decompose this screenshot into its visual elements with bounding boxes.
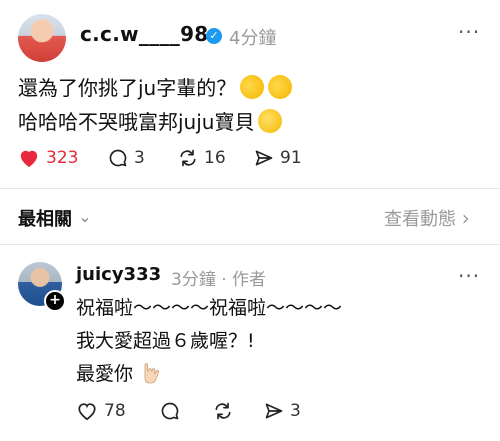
- repost-button[interactable]: 16: [178, 148, 226, 168]
- reply-author-username[interactable]: juicy333: [76, 264, 161, 285]
- share-count: 91: [280, 148, 302, 168]
- view-activity-label: 查看動態: [384, 209, 456, 230]
- reply-time: 3分鐘: [171, 270, 216, 290]
- post-time: 4分鐘: [229, 28, 277, 49]
- plus-icon[interactable]: +: [44, 290, 66, 312]
- reply-like-count: 78: [104, 401, 126, 421]
- post-text-line-2: 哈哈哈不哭哦富邦juju寶貝: [18, 106, 283, 135]
- share-button[interactable]: 91: [254, 148, 302, 168]
- reply-comment-button[interactable]: [160, 401, 180, 421]
- reply-meta: 3分鐘 · 作者: [171, 265, 266, 290]
- repost-icon: [215, 402, 231, 420]
- comment-icon: [109, 149, 127, 167]
- verified-badge-icon: ✓: [206, 28, 222, 44]
- reply-like-button[interactable]: 78: [76, 401, 126, 421]
- separator-dot: ·: [221, 270, 227, 290]
- comment-button[interactable]: 3: [108, 148, 145, 168]
- divider: [0, 188, 500, 189]
- repost-count: 16: [204, 148, 226, 168]
- reply-share-button[interactable]: 3: [264, 401, 301, 421]
- repost-icon: [180, 149, 196, 167]
- laughing-emoji-icon: [264, 71, 296, 103]
- reply-text-line-1: 祝福啦～～～～祝福啦～～～～: [76, 297, 343, 319]
- laughing-emoji-icon: [236, 71, 268, 103]
- post-text-line-1: 還為了你挑了ju字輩的？: [18, 71, 296, 103]
- like-button[interactable]: 323: [18, 148, 78, 168]
- view-activity-link[interactable]: 查看動態 ›: [384, 205, 470, 231]
- reply-text-line-3: 最愛你: [76, 359, 161, 386]
- reply-repost-button[interactable]: [213, 401, 233, 421]
- sort-label: 最相關: [18, 209, 72, 230]
- share-icon: [255, 150, 273, 166]
- like-count: 323: [46, 148, 79, 168]
- post-author-username[interactable]: c.c.w____98: [80, 22, 209, 46]
- reply-text-line-2: 我大愛超過６歲喔？!: [76, 330, 255, 352]
- chevron-down-icon: ⌄: [78, 207, 92, 226]
- reply-more-options-icon[interactable]: ···: [458, 264, 480, 288]
- post-more-options-icon[interactable]: ···: [458, 20, 480, 44]
- love-you-hand-emoji-icon: [144, 363, 160, 384]
- heart-icon: [20, 150, 38, 168]
- post-author-avatar[interactable]: [18, 14, 66, 62]
- author-badge: 作者: [232, 270, 267, 290]
- heart-icon: [78, 403, 96, 421]
- divider: [0, 244, 500, 245]
- sort-dropdown[interactable]: 最相關 ⌄: [18, 205, 92, 231]
- comment-count: 3: [134, 148, 145, 168]
- share-icon: [265, 403, 283, 419]
- reply-repost-count: 3: [290, 401, 301, 421]
- comment-icon: [161, 402, 179, 420]
- pleading-emoji-icon: [258, 109, 283, 133]
- chevron-right-icon: ›: [461, 206, 470, 230]
